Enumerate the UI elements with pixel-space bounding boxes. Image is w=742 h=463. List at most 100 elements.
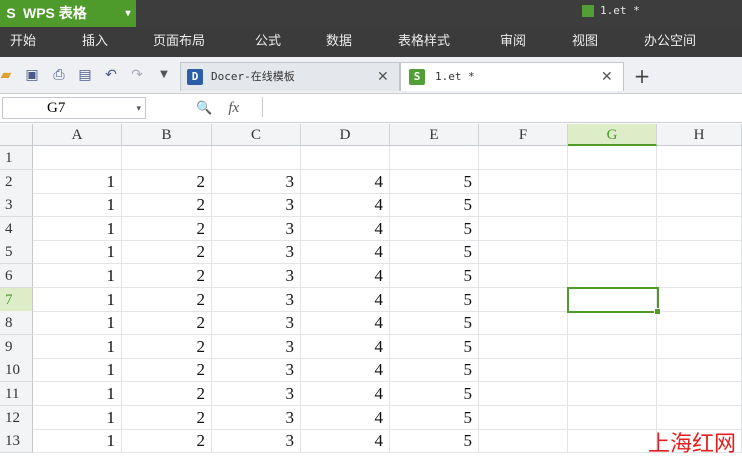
column-header-e[interactable]: E bbox=[390, 124, 479, 146]
app-menu-button[interactable]: S WPS 表格 ▾ bbox=[0, 0, 136, 27]
cell-f13[interactable] bbox=[479, 429, 568, 453]
cell-e3[interactable]: 5 bbox=[390, 193, 479, 217]
cell-d9[interactable]: 4 bbox=[301, 335, 390, 359]
cell-e6[interactable]: 5 bbox=[390, 264, 479, 288]
cell-b2[interactable]: 2 bbox=[122, 170, 212, 194]
cell-c9[interactable]: 3 bbox=[212, 335, 301, 359]
row-header-12[interactable]: 12 bbox=[0, 406, 33, 430]
cell-h10[interactable] bbox=[657, 358, 742, 382]
zoom-icon[interactable]: 🔍 bbox=[196, 101, 212, 116]
name-box[interactable]: G7 ▾ bbox=[2, 97, 146, 119]
cell-c13[interactable]: 3 bbox=[212, 429, 301, 453]
cell-g11[interactable] bbox=[568, 382, 657, 406]
cell-a12[interactable]: 1 bbox=[33, 406, 122, 430]
column-header-f[interactable]: F bbox=[479, 124, 568, 146]
menu-page-layout[interactable]: 页面布局 bbox=[153, 27, 205, 57]
fill-handle[interactable] bbox=[654, 308, 661, 315]
row-header-5[interactable]: 5 bbox=[0, 240, 33, 264]
row-header-11[interactable]: 11 bbox=[0, 382, 33, 406]
cell-h7[interactable] bbox=[657, 288, 742, 312]
cell-c6[interactable]: 3 bbox=[212, 264, 301, 288]
cell-a11[interactable]: 1 bbox=[33, 382, 122, 406]
menu-table-style[interactable]: 表格样式 bbox=[398, 27, 450, 57]
cell-f3[interactable] bbox=[479, 193, 568, 217]
undo-icon[interactable]: ↶ bbox=[102, 57, 120, 93]
cell-d11[interactable]: 4 bbox=[301, 382, 390, 406]
menu-office-space[interactable]: 办公空间 bbox=[644, 27, 696, 57]
cell-d4[interactable]: 4 bbox=[301, 217, 390, 241]
cell-g13[interactable] bbox=[568, 429, 657, 453]
cell-b11[interactable]: 2 bbox=[122, 382, 212, 406]
cell-g9[interactable] bbox=[568, 335, 657, 359]
more-icon[interactable]: ▼ bbox=[155, 57, 173, 93]
cell-d2[interactable]: 4 bbox=[301, 170, 390, 194]
column-header-c[interactable]: C bbox=[212, 124, 301, 146]
cell-f4[interactable] bbox=[479, 217, 568, 241]
cell-f1[interactable] bbox=[479, 146, 568, 170]
cell-g10[interactable] bbox=[568, 358, 657, 382]
cell-g1[interactable] bbox=[568, 146, 657, 170]
row-header-2[interactable]: 2 bbox=[0, 170, 33, 194]
row-header-10[interactable]: 10 bbox=[0, 358, 33, 382]
cell-e12[interactable]: 5 bbox=[390, 406, 479, 430]
cell-e1[interactable] bbox=[390, 146, 479, 170]
open-icon[interactable]: ▰ bbox=[0, 57, 15, 93]
cell-c10[interactable]: 3 bbox=[212, 358, 301, 382]
cell-d5[interactable]: 4 bbox=[301, 240, 390, 264]
cell-g4[interactable] bbox=[568, 217, 657, 241]
cell-f5[interactable] bbox=[479, 240, 568, 264]
cell-h1[interactable] bbox=[657, 146, 742, 170]
cell-g8[interactable] bbox=[568, 311, 657, 335]
cell-f7[interactable] bbox=[479, 288, 568, 312]
cell-b10[interactable]: 2 bbox=[122, 358, 212, 382]
close-icon[interactable]: ✕ bbox=[601, 63, 613, 91]
cell-e5[interactable]: 5 bbox=[390, 240, 479, 264]
cell-f9[interactable] bbox=[479, 335, 568, 359]
cell-d3[interactable]: 4 bbox=[301, 193, 390, 217]
cell-a4[interactable]: 1 bbox=[33, 217, 122, 241]
cell-a1[interactable] bbox=[33, 146, 122, 170]
cell-a8[interactable]: 1 bbox=[33, 311, 122, 335]
row-header-1[interactable]: 1 bbox=[0, 146, 33, 170]
cell-d1[interactable] bbox=[301, 146, 390, 170]
cell-c7[interactable]: 3 bbox=[212, 288, 301, 312]
row-header-3[interactable]: 3 bbox=[0, 193, 33, 217]
column-header-a[interactable]: A bbox=[33, 124, 122, 146]
cell-d7[interactable]: 4 bbox=[301, 288, 390, 312]
cell-h4[interactable] bbox=[657, 217, 742, 241]
cell-d8[interactable]: 4 bbox=[301, 311, 390, 335]
cell-c1[interactable] bbox=[212, 146, 301, 170]
cell-a10[interactable]: 1 bbox=[33, 358, 122, 382]
column-header-g[interactable]: G bbox=[568, 124, 657, 146]
cell-h3[interactable] bbox=[657, 193, 742, 217]
cell-g2[interactable] bbox=[568, 170, 657, 194]
cell-c4[interactable]: 3 bbox=[212, 217, 301, 241]
cell-d13[interactable]: 4 bbox=[301, 429, 390, 453]
cell-c3[interactable]: 3 bbox=[212, 193, 301, 217]
row-header-13[interactable]: 13 bbox=[0, 429, 33, 453]
menu-insert[interactable]: 插入 bbox=[82, 27, 108, 57]
cell-h5[interactable] bbox=[657, 240, 742, 264]
menu-view[interactable]: 视图 bbox=[572, 27, 598, 57]
cell-b3[interactable]: 2 bbox=[122, 193, 212, 217]
cell-f2[interactable] bbox=[479, 170, 568, 194]
cell-f12[interactable] bbox=[479, 406, 568, 430]
cell-d12[interactable]: 4 bbox=[301, 406, 390, 430]
tab-docer[interactable]: D Docer-在线模板 ✕ bbox=[180, 62, 400, 91]
cell-e9[interactable]: 5 bbox=[390, 335, 479, 359]
save-icon[interactable]: ▣ bbox=[23, 57, 41, 93]
menu-review[interactable]: 审阅 bbox=[500, 27, 526, 57]
column-header-h[interactable]: H bbox=[657, 124, 742, 146]
cell-f11[interactable] bbox=[479, 382, 568, 406]
cell-b8[interactable]: 2 bbox=[122, 311, 212, 335]
formula-input[interactable] bbox=[262, 97, 741, 117]
cell-g6[interactable] bbox=[568, 264, 657, 288]
print-preview-icon[interactable]: ▤ bbox=[76, 57, 94, 93]
cell-d10[interactable]: 4 bbox=[301, 358, 390, 382]
column-header-b[interactable]: B bbox=[122, 124, 212, 146]
cell-e11[interactable]: 5 bbox=[390, 382, 479, 406]
menu-start[interactable]: 开始 bbox=[10, 27, 36, 57]
cell-e2[interactable]: 5 bbox=[390, 170, 479, 194]
cell-a13[interactable]: 1 bbox=[33, 429, 122, 453]
select-all-corner[interactable] bbox=[0, 124, 33, 146]
